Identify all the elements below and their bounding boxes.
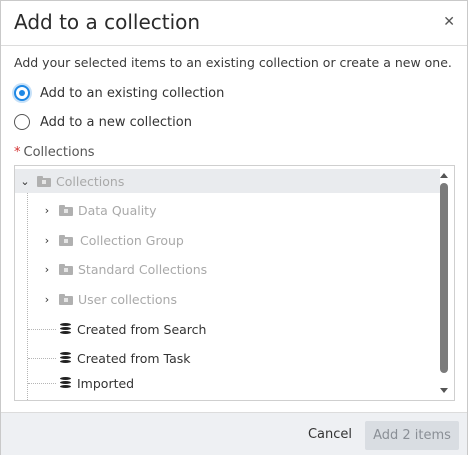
scrollbar-thumb[interactable] [440, 183, 448, 373]
chevron-right-icon[interactable]: › [41, 293, 53, 306]
chevron-right-icon[interactable]: › [41, 234, 53, 247]
new-collection-option[interactable]: Add to a new collection [14, 111, 192, 133]
tree-node-created-from-search[interactable]: Created from Search [15, 317, 440, 341]
existing-collection-option[interactable]: Add to an existing collection [14, 82, 224, 104]
dialog-header: Add to a collection ✕ [1, 1, 467, 46]
tree-node-user-collections[interactable]: › User collections [15, 287, 440, 311]
folder-lock-icon [59, 263, 73, 275]
chevron-right-icon[interactable]: › [41, 204, 53, 217]
tree-node-data-quality[interactable]: › Data Quality [15, 198, 440, 222]
tree-node-label: Collections [56, 173, 125, 189]
folder-lock-icon [59, 204, 73, 216]
dialog-footer: Cancel Add 2 items [1, 412, 467, 455]
database-icon [60, 377, 71, 389]
cancel-button[interactable]: Cancel [299, 421, 361, 449]
add-to-collection-dialog: Add to a collection ✕ Add your selected … [0, 0, 468, 455]
add-items-button[interactable]: Add 2 items [365, 421, 459, 450]
new-collection-radio[interactable] [14, 114, 30, 130]
collections-tree: ⌄ Collections › Data Quality › Collectio… [14, 165, 455, 401]
required-marker: * [14, 145, 21, 160]
tree-node-label: Data Quality [78, 202, 157, 218]
new-collection-label: Add to a new collection [40, 114, 192, 130]
chevron-right-icon[interactable]: › [41, 263, 53, 276]
tree-node-label: Created from Task [77, 350, 191, 366]
tree-node-collections-root[interactable]: ⌄ Collections [15, 169, 440, 193]
collections-label-text: Collections [23, 145, 95, 160]
tree-node-label: Created from Search [77, 321, 207, 337]
chevron-down-icon[interactable]: ⌄ [19, 175, 31, 188]
tree-node-label: Collection Group [80, 232, 184, 248]
scroll-up-arrow-icon[interactable] [440, 173, 448, 178]
close-icon[interactable]: ✕ [443, 12, 455, 32]
tree-scrollbar[interactable] [438, 166, 450, 400]
collections-field-label: * Collections [14, 145, 95, 160]
tree-node-standard-collections[interactable]: › Standard Collections [15, 257, 440, 281]
folder-lock-icon [59, 293, 73, 305]
existing-collection-label: Add to an existing collection [40, 85, 225, 101]
folder-lock-icon [59, 234, 73, 246]
tree-node-label: Standard Collections [78, 261, 208, 277]
tree-node-label: Imported [77, 375, 135, 391]
tree-node-created-from-task[interactable]: Created from Task [15, 346, 440, 370]
folder-lock-icon [37, 175, 51, 187]
existing-collection-radio[interactable] [14, 85, 30, 101]
tree-node-label: User collections [78, 291, 177, 307]
dialog-description: Add your selected items to an existing c… [14, 55, 452, 70]
dialog-title: Add to a collection [14, 10, 201, 34]
tree-node-collection-group[interactable]: › Collection Group [15, 228, 440, 252]
database-icon [60, 323, 71, 335]
tree-node-imported[interactable]: Imported [15, 371, 440, 395]
database-icon [60, 352, 71, 364]
scroll-down-arrow-icon[interactable] [440, 388, 448, 393]
